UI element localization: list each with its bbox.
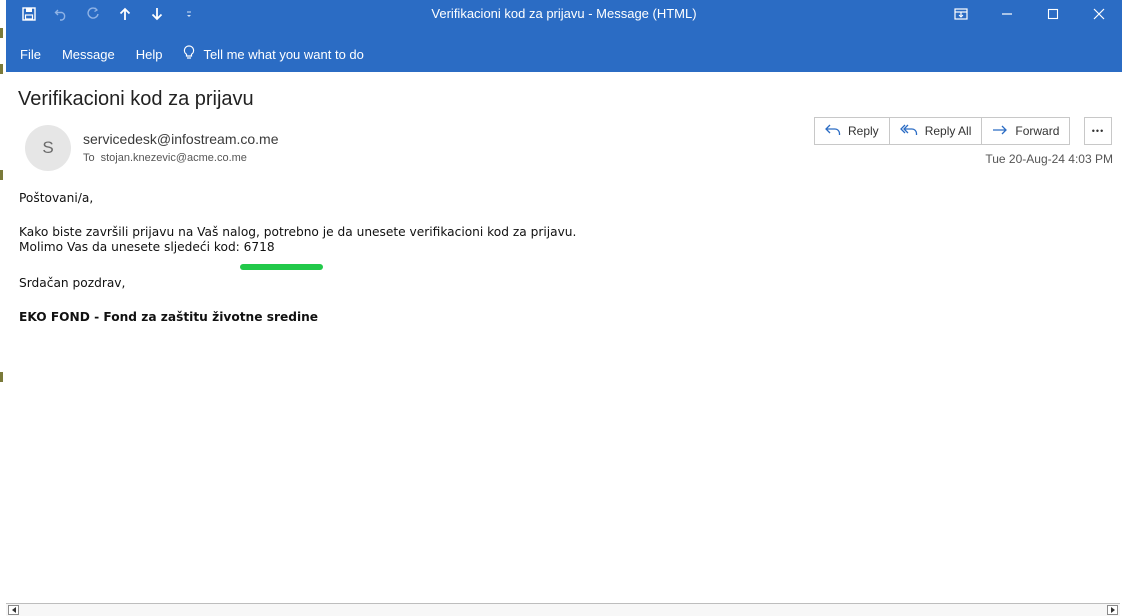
sender-address[interactable]: servicedesk@infostream.co.me: [83, 131, 279, 147]
forward-icon: [992, 124, 1008, 139]
body-line-2: Molimo Vas da unesete sljedeći kod: 6718: [19, 240, 275, 254]
edge-mark: [0, 64, 3, 74]
edge-mark: [0, 28, 3, 38]
message-date: Tue 20-Aug-24 4:03 PM: [985, 152, 1113, 166]
window-controls: [938, 0, 1122, 28]
reply-label: Reply: [848, 124, 879, 138]
scroll-left-icon[interactable]: [8, 605, 19, 615]
sender-avatar: S: [25, 125, 71, 171]
lightbulb-icon: [183, 45, 195, 63]
reply-button[interactable]: Reply: [814, 117, 890, 145]
edge-mark: [0, 170, 3, 180]
reply-all-button[interactable]: Reply All: [888, 117, 983, 145]
scroll-right-icon[interactable]: [1107, 605, 1118, 615]
tell-me-label: Tell me what you want to do: [203, 46, 364, 62]
message-subject: Verifikacioni kod za prijavu: [18, 88, 254, 110]
tell-me-search[interactable]: Tell me what you want to do: [183, 45, 364, 63]
more-actions-button[interactable]: •••: [1084, 117, 1112, 145]
signature: EKO FOND - Fond za zaštitu životne sredi…: [19, 310, 319, 324]
more-icon: •••: [1091, 126, 1105, 136]
menu-file[interactable]: File: [20, 47, 41, 62]
code-highlight-mark: [240, 264, 323, 270]
edge-mark: [0, 372, 3, 382]
menu-help[interactable]: Help: [136, 47, 163, 62]
avatar-initial: S: [42, 138, 54, 157]
minimize-icon[interactable]: [984, 0, 1030, 28]
reply-all-label: Reply All: [924, 124, 972, 138]
message-actions: Reply Reply All Forward: [814, 117, 1071, 145]
message-body: Poštovani/a, Kako biste završili prijavu…: [19, 191, 576, 325]
recipient-line: To stojan.knezevic@acme.co.me: [83, 152, 247, 164]
closing: Srdačan pozdrav,: [19, 276, 126, 290]
forward-label: Forward: [1015, 124, 1060, 138]
close-icon[interactable]: [1076, 0, 1122, 28]
menu-message[interactable]: Message: [62, 47, 115, 62]
forward-button[interactable]: Forward: [981, 117, 1071, 145]
reply-icon: [825, 124, 841, 139]
ribbon-display-options-icon[interactable]: [938, 0, 984, 28]
ribbon-menu-bar: File Message Help Tell me what you want …: [6, 36, 1122, 72]
greeting: Poštovani/a,: [19, 191, 94, 205]
left-edge: [0, 0, 6, 615]
body-line-1: Kako biste završili prijavu na Vaš nalog…: [19, 225, 577, 239]
reply-all-icon: [899, 124, 918, 139]
horizontal-scrollbar[interactable]: [6, 603, 1120, 616]
maximize-icon[interactable]: [1030, 0, 1076, 28]
recipient-address[interactable]: stojan.knezevic@acme.co.me: [101, 152, 247, 164]
to-label: To: [83, 152, 95, 164]
